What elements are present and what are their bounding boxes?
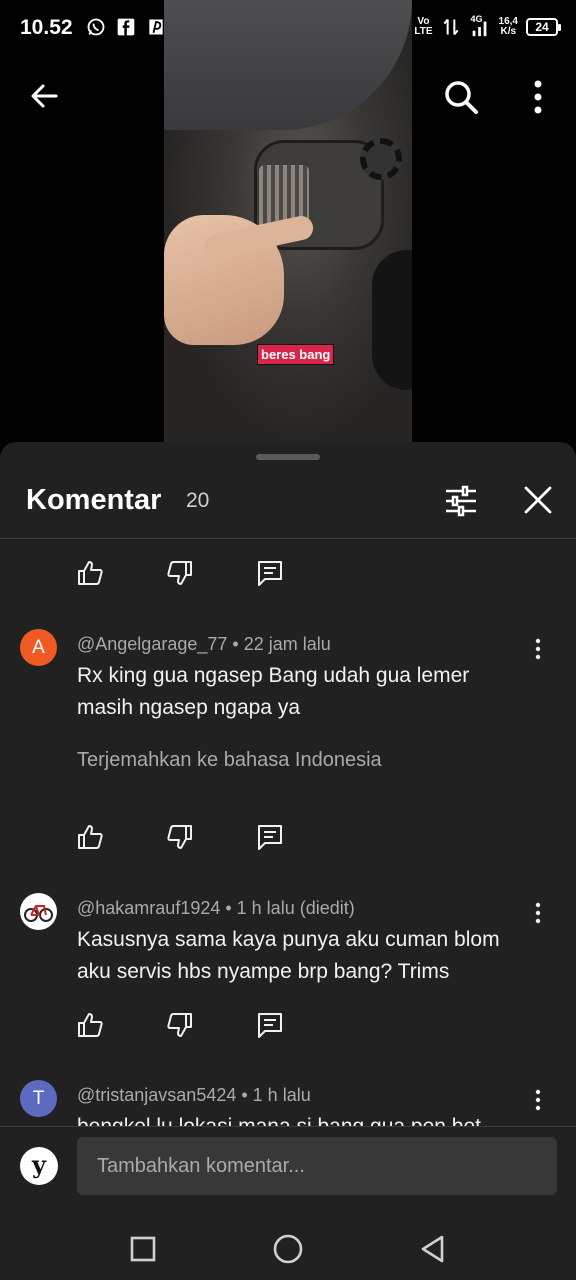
video-mudguard xyxy=(164,0,412,130)
user-avatar[interactable]: y xyxy=(20,1147,58,1185)
comment-more-icon[interactable] xyxy=(528,901,548,925)
thumb-up-icon[interactable] xyxy=(76,559,104,587)
comment-text: Rx king gua ngasep Bang udah gua lemer m… xyxy=(77,664,470,719)
more-vert-icon[interactable] xyxy=(526,78,550,116)
system-nav-bar xyxy=(0,1218,576,1280)
video-frame[interactable]: beres bang xyxy=(164,0,412,442)
comment-actions xyxy=(76,823,346,851)
reply-icon[interactable] xyxy=(256,823,284,851)
add-comment-input[interactable] xyxy=(77,1137,557,1195)
thumb-up-icon[interactable] xyxy=(76,1011,104,1039)
comment-meta[interactable]: @tristanjavsan5424 • 1 h lalu xyxy=(77,1085,311,1106)
search-icon[interactable] xyxy=(442,78,480,116)
comment-meta[interactable]: @hakamrauf1924 • 1 h lalu (diedit) xyxy=(77,898,355,919)
filter-sliders-icon[interactable] xyxy=(444,484,478,518)
comment-more-icon[interactable] xyxy=(528,637,548,661)
thumb-down-icon[interactable] xyxy=(166,559,194,587)
comments-count: 20 xyxy=(186,489,210,512)
thumb-up-icon[interactable] xyxy=(76,823,104,851)
comment-text: Kasusnya sama kaya punya aku cuman blom … xyxy=(77,928,500,983)
bicycle-icon xyxy=(24,905,53,922)
back-triangle-icon[interactable] xyxy=(416,1232,450,1266)
close-icon[interactable] xyxy=(522,484,554,516)
comments-title: Komentar xyxy=(26,484,162,516)
comment-actions xyxy=(76,1011,346,1039)
comment-avatar[interactable] xyxy=(20,893,57,930)
home-circle-icon[interactable] xyxy=(271,1232,305,1266)
drag-handle[interactable] xyxy=(256,454,320,460)
comments-sheet: Komentar 20 A @Angelgarage_77 • 22 jam l… xyxy=(0,442,576,1280)
translate-link[interactable]: Terjemahkan ke bahasa Indonesia xyxy=(77,749,382,772)
thumb-down-icon[interactable] xyxy=(166,1011,194,1039)
comments-list[interactable]: A @Angelgarage_77 • 22 jam lalu Rx king … xyxy=(0,539,576,1129)
comment-meta[interactable]: @Angelgarage_77 • 22 jam lalu xyxy=(77,634,331,655)
comment-actions xyxy=(76,559,346,587)
comment-more-icon[interactable] xyxy=(528,1088,548,1112)
reply-icon[interactable] xyxy=(256,559,284,587)
comment-avatar[interactable]: A xyxy=(20,629,57,666)
comment-avatar[interactable]: T xyxy=(20,1080,57,1117)
video-caption: beres bang xyxy=(257,344,335,365)
video-tyre xyxy=(372,250,412,390)
comments-header: Komentar 20 xyxy=(0,472,576,538)
reply-icon[interactable] xyxy=(256,1011,284,1039)
video-sprocket xyxy=(360,138,402,180)
avatar-letter: A xyxy=(32,637,45,658)
thumb-down-icon[interactable] xyxy=(166,823,194,851)
back-arrow-icon[interactable] xyxy=(26,78,62,114)
video-player[interactable]: beres bang xyxy=(0,0,576,442)
avatar-letter: T xyxy=(32,1088,45,1109)
add-comment-bar: y xyxy=(0,1126,576,1218)
recents-square-icon[interactable] xyxy=(126,1232,160,1266)
